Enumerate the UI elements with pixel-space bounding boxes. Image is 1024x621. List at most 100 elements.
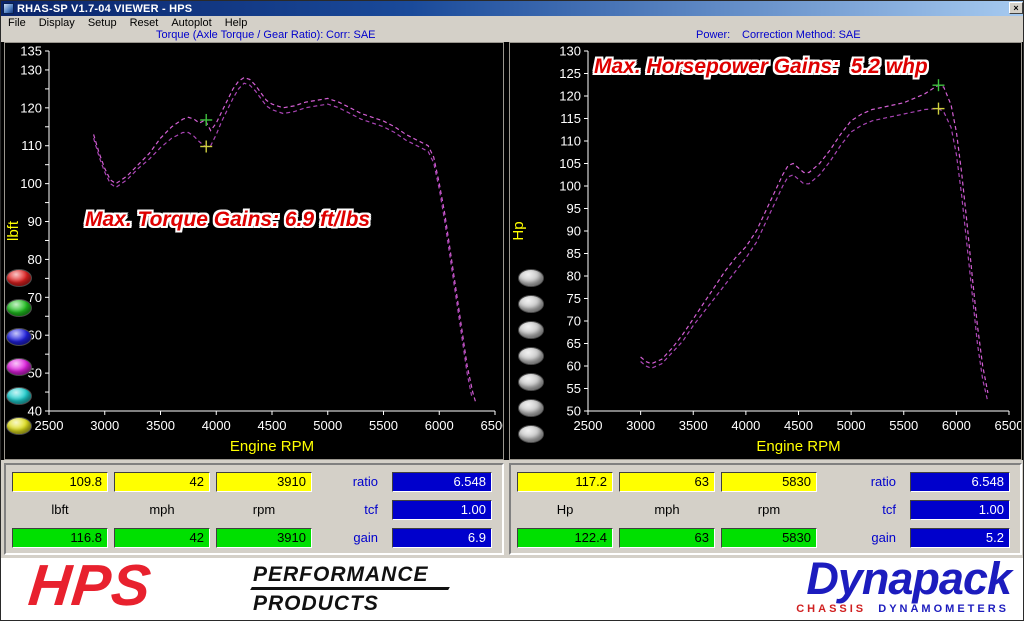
run-button-gray-1[interactable]	[518, 269, 544, 287]
torque-baseline-rpm: 3910	[216, 472, 312, 492]
svg-text:5500: 5500	[369, 418, 398, 433]
power-baseline-mph: 63	[619, 472, 715, 492]
dynapack-subtitle: CHASSIS DYNAMOMETERS	[796, 603, 1009, 615]
svg-text:75: 75	[567, 291, 581, 306]
run-button-gray-4[interactable]	[518, 347, 544, 365]
svg-text:60: 60	[567, 359, 581, 374]
power-chart-panel: 5055606570758085909510010511011512012513…	[509, 42, 1022, 460]
run-button-gray-3[interactable]	[518, 321, 544, 339]
svg-text:3000: 3000	[90, 418, 119, 433]
hps-products-text: PRODUCTS	[253, 592, 379, 616]
torque-unit-label: lbft	[12, 500, 108, 520]
ratio-label: ratio	[871, 472, 896, 492]
svg-text:110: 110	[560, 134, 581, 149]
svg-text:4500: 4500	[258, 418, 287, 433]
hps-performance-text: PERFORMANCE	[253, 563, 429, 587]
svg-text:105: 105	[559, 156, 581, 171]
app-icon	[3, 3, 14, 14]
svg-text:5500: 5500	[889, 418, 918, 433]
menubar: File Display Setup Reset Autoplot Help	[1, 16, 1024, 29]
torque-header-label: Torque (Axle Torque / Gear Ratio):	[156, 29, 323, 42]
menu-display[interactable]: Display	[37, 17, 77, 29]
svg-text:lbft: lbft	[5, 220, 22, 241]
menu-file[interactable]: File	[6, 17, 28, 29]
svg-text:100: 100	[20, 176, 42, 191]
svg-text:95: 95	[567, 201, 581, 216]
svg-text:70: 70	[567, 314, 581, 329]
svg-text:100: 100	[559, 179, 581, 194]
svg-text:6500: 6500	[995, 418, 1021, 433]
power-current-value: 122.4	[517, 528, 613, 548]
svg-text:115: 115	[560, 111, 581, 126]
toolbar: Torque (Axle Torque / Gear Ratio): Corr:…	[1, 29, 1024, 42]
dynapack-logo: Dynapack	[806, 553, 1011, 605]
mph-unit-label: mph	[619, 500, 715, 520]
svg-text:50: 50	[567, 404, 581, 419]
power-gain-value: 5.2	[910, 528, 1010, 548]
svg-text:Hp: Hp	[510, 221, 527, 240]
ratio-value: 6.548	[910, 472, 1010, 492]
svg-text:130: 130	[20, 62, 42, 77]
svg-text:65: 65	[567, 336, 581, 351]
svg-text:130: 130	[559, 44, 581, 59]
svg-text:6000: 6000	[425, 418, 454, 433]
torque-gain-value: 6.9	[392, 528, 492, 548]
svg-text:3500: 3500	[146, 418, 175, 433]
run-button-magenta[interactable]	[6, 358, 32, 376]
dynapack-dynamometers-text: DYNAMOMETERS	[878, 603, 1009, 615]
svg-text:4000: 4000	[202, 418, 231, 433]
svg-text:85: 85	[567, 246, 581, 261]
run-button-red[interactable]	[6, 269, 32, 287]
svg-text:2500: 2500	[574, 418, 603, 433]
svg-text:135: 135	[20, 44, 42, 59]
svg-text:80: 80	[28, 252, 42, 267]
svg-text:55: 55	[567, 381, 581, 396]
run-button-green[interactable]	[6, 299, 32, 317]
menu-autoplot[interactable]: Autoplot	[169, 17, 213, 29]
svg-text:4000: 4000	[731, 418, 760, 433]
window-title: RHAS-SP V1.7-04 VIEWER - HPS	[17, 3, 192, 15]
dynapack-chassis-text: CHASSIS	[796, 603, 866, 615]
svg-text:120: 120	[559, 89, 581, 104]
torque-current-mph: 42	[114, 528, 210, 548]
torque-chart-panel: 4050607080901001101201301352500300035004…	[4, 42, 504, 460]
logo-strip: HPS PERFORMANCE PRODUCTS Dynapack CHASSI…	[1, 558, 1024, 621]
run-button-blue[interactable]	[6, 328, 32, 346]
menu-setup[interactable]: Setup	[86, 17, 119, 29]
svg-text:3500: 3500	[679, 418, 708, 433]
svg-text:4500: 4500	[784, 418, 813, 433]
torque-correction-label: Corr: SAE	[326, 29, 376, 42]
torque-current-value: 116.8	[12, 528, 108, 548]
close-button[interactable]: ×	[1009, 2, 1023, 14]
titlebar[interactable]: RHAS-SP V1.7-04 VIEWER - HPS ×	[1, 1, 1024, 16]
torque-gain-annotation: Max. Torque Gains: 6.9 ft/lbs	[85, 208, 370, 232]
hps-logo-rule	[250, 587, 450, 590]
dynapack-sub-spacer	[866, 603, 878, 615]
torque-baseline-value: 109.8	[12, 472, 108, 492]
tcf-value: 1.00	[392, 500, 492, 520]
run-button-gray-7[interactable]	[518, 425, 544, 443]
power-gain-annotation: Max. Horsepower Gains: 5.2 whp	[594, 55, 928, 79]
svg-text:90: 90	[567, 224, 581, 239]
svg-text:Engine RPM: Engine RPM	[756, 438, 840, 455]
run-button-gray-5[interactable]	[518, 373, 544, 391]
power-current-mph: 63	[619, 528, 715, 548]
power-correction-label: Correction Method: SAE	[742, 29, 861, 42]
menu-help[interactable]: Help	[223, 17, 250, 29]
run-button-gray-6[interactable]	[518, 399, 544, 417]
svg-text:5000: 5000	[837, 418, 866, 433]
run-button-cyan[interactable]	[6, 387, 32, 405]
svg-text:Engine RPM: Engine RPM	[230, 438, 314, 455]
hps-logo: HPS	[25, 552, 154, 619]
torque-data-box: 109.8 42 3910 lbft mph rpm 116.8 42 3910…	[4, 463, 504, 555]
svg-text:125: 125	[559, 66, 581, 81]
torque-baseline-mph: 42	[114, 472, 210, 492]
mph-unit-label: mph	[114, 500, 210, 520]
svg-text:120: 120	[20, 100, 42, 115]
run-button-yellow[interactable]	[6, 417, 32, 435]
data-strip: 109.8 42 3910 lbft mph rpm 116.8 42 3910…	[1, 460, 1024, 558]
run-button-gray-2[interactable]	[518, 295, 544, 313]
tcf-value: 1.00	[910, 500, 1010, 520]
menu-reset[interactable]: Reset	[128, 17, 161, 29]
gain-label: gain	[353, 528, 378, 548]
